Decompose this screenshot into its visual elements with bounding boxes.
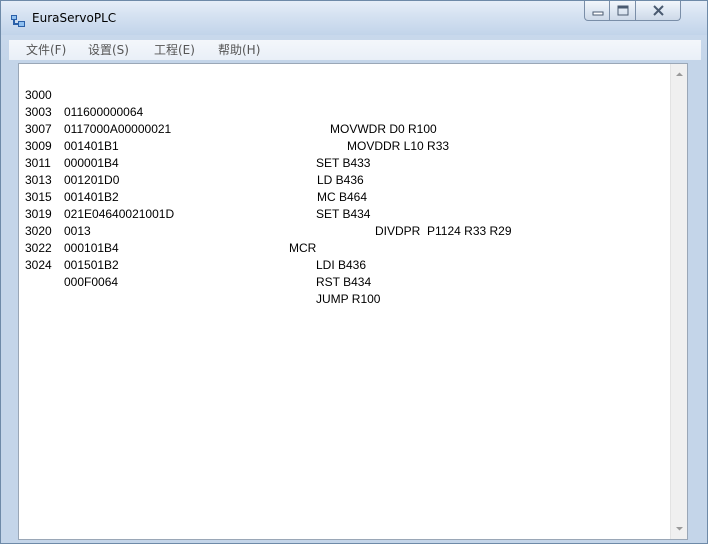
code-line: 3020 000101B4 LDI B436 bbox=[19, 206, 670, 272]
window-title: EuraServoPLC bbox=[32, 11, 117, 25]
scroll-down-button[interactable] bbox=[671, 520, 688, 537]
code-line: 3013 001401B2 SET B434 bbox=[19, 155, 670, 221]
code-line: 3011 001201D0 MC B464 bbox=[19, 138, 670, 204]
line-address: 3024 bbox=[25, 258, 52, 272]
menu-bar: 文件(F) 设置(S) 工程(E) 帮助(H) bbox=[9, 40, 701, 60]
code-line: 3019 0013 MCR bbox=[19, 189, 670, 255]
line-hex-code: 000F0064 bbox=[64, 275, 119, 289]
scroll-up-arrow-icon bbox=[676, 72, 683, 76]
app-window: EuraServoPLC 文件(F) 设置(S) 工程(E) 帮助(H) 300… bbox=[0, 0, 708, 544]
plc-app-icon[interactable] bbox=[11, 12, 25, 27]
menu-help[interactable]: 帮助(H) bbox=[218, 42, 260, 58]
code-line: 3007 001401B1 SET B433 bbox=[19, 104, 670, 170]
minimize-icon bbox=[592, 11, 604, 16]
vertical-scrollbar[interactable] bbox=[670, 64, 687, 539]
code-line: 3000 011600000064 MOVWDR D0 R100 bbox=[19, 70, 670, 136]
line-instruction: LDI B436 bbox=[316, 258, 367, 272]
close-button[interactable] bbox=[636, 1, 681, 21]
maximize-button[interactable] bbox=[610, 1, 636, 21]
code-line: 3003 0117000A00000021 MOVDDR L10 R33 bbox=[19, 87, 670, 153]
code-line: 3015 021E04640021001D DIVDPR P1124 R33 R… bbox=[19, 172, 670, 238]
window-controls bbox=[584, 1, 705, 22]
scroll-up-button[interactable] bbox=[671, 66, 688, 83]
menu-settings[interactable]: 设置(S) bbox=[88, 42, 129, 58]
menu-file[interactable]: 文件(F) bbox=[26, 42, 66, 58]
code-line: 3024 000F0064 JUMP R100 bbox=[19, 240, 670, 306]
line-hex-code: 001501B2 bbox=[64, 258, 119, 272]
code-line: 3009 000001B4 LD B436 bbox=[19, 121, 670, 187]
line-instruction: RST B434 bbox=[316, 275, 372, 289]
close-icon bbox=[653, 5, 664, 16]
maximize-icon bbox=[617, 5, 629, 16]
scroll-down-arrow-icon bbox=[676, 527, 683, 531]
line-instruction: JUMP R100 bbox=[316, 292, 381, 306]
code-editor[interactable]: 3000 011600000064 MOVWDR D0 R100 3003 01… bbox=[18, 63, 688, 540]
menu-project[interactable]: 工程(E) bbox=[154, 42, 195, 58]
minimize-button[interactable] bbox=[584, 1, 610, 21]
title-bar[interactable]: EuraServoPLC bbox=[1, 1, 707, 35]
code-line: 3022 001501B2 RST B434 bbox=[19, 223, 670, 289]
code-listing[interactable]: 3000 011600000064 MOVWDR D0 R100 3003 01… bbox=[19, 64, 670, 539]
